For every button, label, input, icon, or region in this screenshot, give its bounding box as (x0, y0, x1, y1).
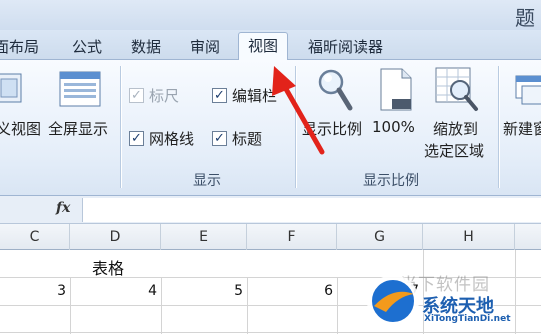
annotation-arrow-icon (272, 66, 325, 155)
